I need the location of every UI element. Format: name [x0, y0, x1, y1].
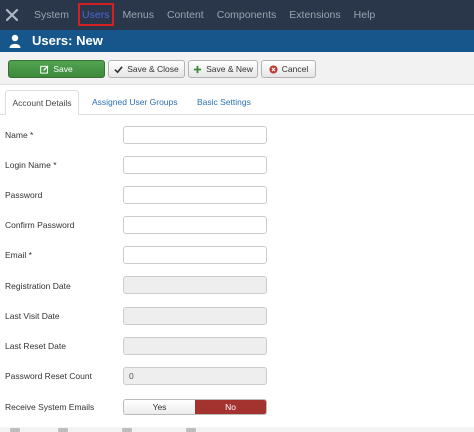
tab-basic-settings[interactable]: Basic Settings	[197, 90, 251, 114]
login-name-label: Login Name *	[5, 160, 57, 170]
scroll-marker	[10, 428, 20, 432]
save-new-button-label: Save & New	[206, 64, 253, 74]
confirm-password-label: Confirm Password	[5, 220, 75, 230]
users-highlight-box	[78, 3, 114, 26]
menu-item-components[interactable]: Components	[210, 0, 283, 30]
menu-item-menus[interactable]: Menus	[115, 0, 160, 30]
scroll-marker	[122, 428, 132, 432]
save-button[interactable]: Save	[8, 60, 105, 78]
registration-date-field	[123, 276, 267, 294]
save-new-button[interactable]: Save & New	[188, 60, 258, 78]
receive-emails-no-button[interactable]: No	[195, 400, 266, 414]
page-header: Users: New	[0, 30, 474, 52]
email-field[interactable]	[123, 246, 267, 264]
last-visit-date-label: Last Visit Date	[5, 311, 60, 321]
name-label: Name *	[5, 130, 34, 140]
tab-account-details[interactable]: Account Details	[5, 90, 79, 115]
confirm-password-field[interactable]	[123, 216, 267, 234]
last-reset-date-label: Last Reset Date	[5, 341, 66, 351]
password-reset-count-field: 0	[123, 367, 267, 385]
page-title: Users: New	[32, 33, 103, 48]
plus-icon	[194, 65, 202, 73]
save-close-button[interactable]: Save & Close	[108, 60, 185, 78]
scroll-marker	[186, 428, 196, 432]
user-icon	[9, 34, 21, 48]
tab-assigned-user-groups[interactable]: Assigned User Groups	[92, 90, 178, 114]
registration-date-label: Registration Date	[5, 281, 71, 291]
last-visit-date-field	[123, 307, 267, 325]
cancel-icon	[269, 64, 278, 74]
tab-bar: Account Details Assigned User Groups Bas…	[0, 90, 474, 115]
cancel-button-label: Cancel	[281, 64, 309, 74]
login-name-field[interactable]	[123, 156, 267, 174]
password-field[interactable]	[123, 186, 267, 204]
password-reset-count-label: Password Reset Count	[5, 371, 92, 381]
receive-system-emails-toggle: Yes No	[123, 399, 267, 415]
top-navigation-bar: System Users Menus Content Components Ex…	[0, 0, 474, 30]
save-close-button-label: Save & Close	[127, 64, 179, 74]
email-label: Email *	[5, 250, 32, 260]
menu-item-help[interactable]: Help	[347, 0, 382, 30]
toolbar: Save Save & Close Save & New Cancel	[0, 52, 474, 85]
name-field[interactable]	[123, 126, 267, 144]
edit-icon	[40, 65, 49, 74]
joomla-logo-icon[interactable]	[4, 7, 20, 23]
password-label: Password	[5, 190, 43, 200]
last-reset-date-field	[123, 337, 267, 355]
bottom-scroll-strip	[0, 427, 474, 432]
scroll-marker	[58, 428, 68, 432]
menu-item-extensions[interactable]: Extensions	[282, 0, 346, 30]
cancel-button[interactable]: Cancel	[261, 60, 316, 78]
menu-item-system[interactable]: System	[27, 0, 75, 30]
receive-emails-yes-button[interactable]: Yes	[124, 400, 195, 414]
checkmark-icon	[114, 65, 123, 73]
menu-item-content[interactable]: Content	[160, 0, 210, 30]
receive-system-emails-label: Receive System Emails	[5, 402, 95, 412]
save-button-label: Save	[53, 64, 73, 74]
